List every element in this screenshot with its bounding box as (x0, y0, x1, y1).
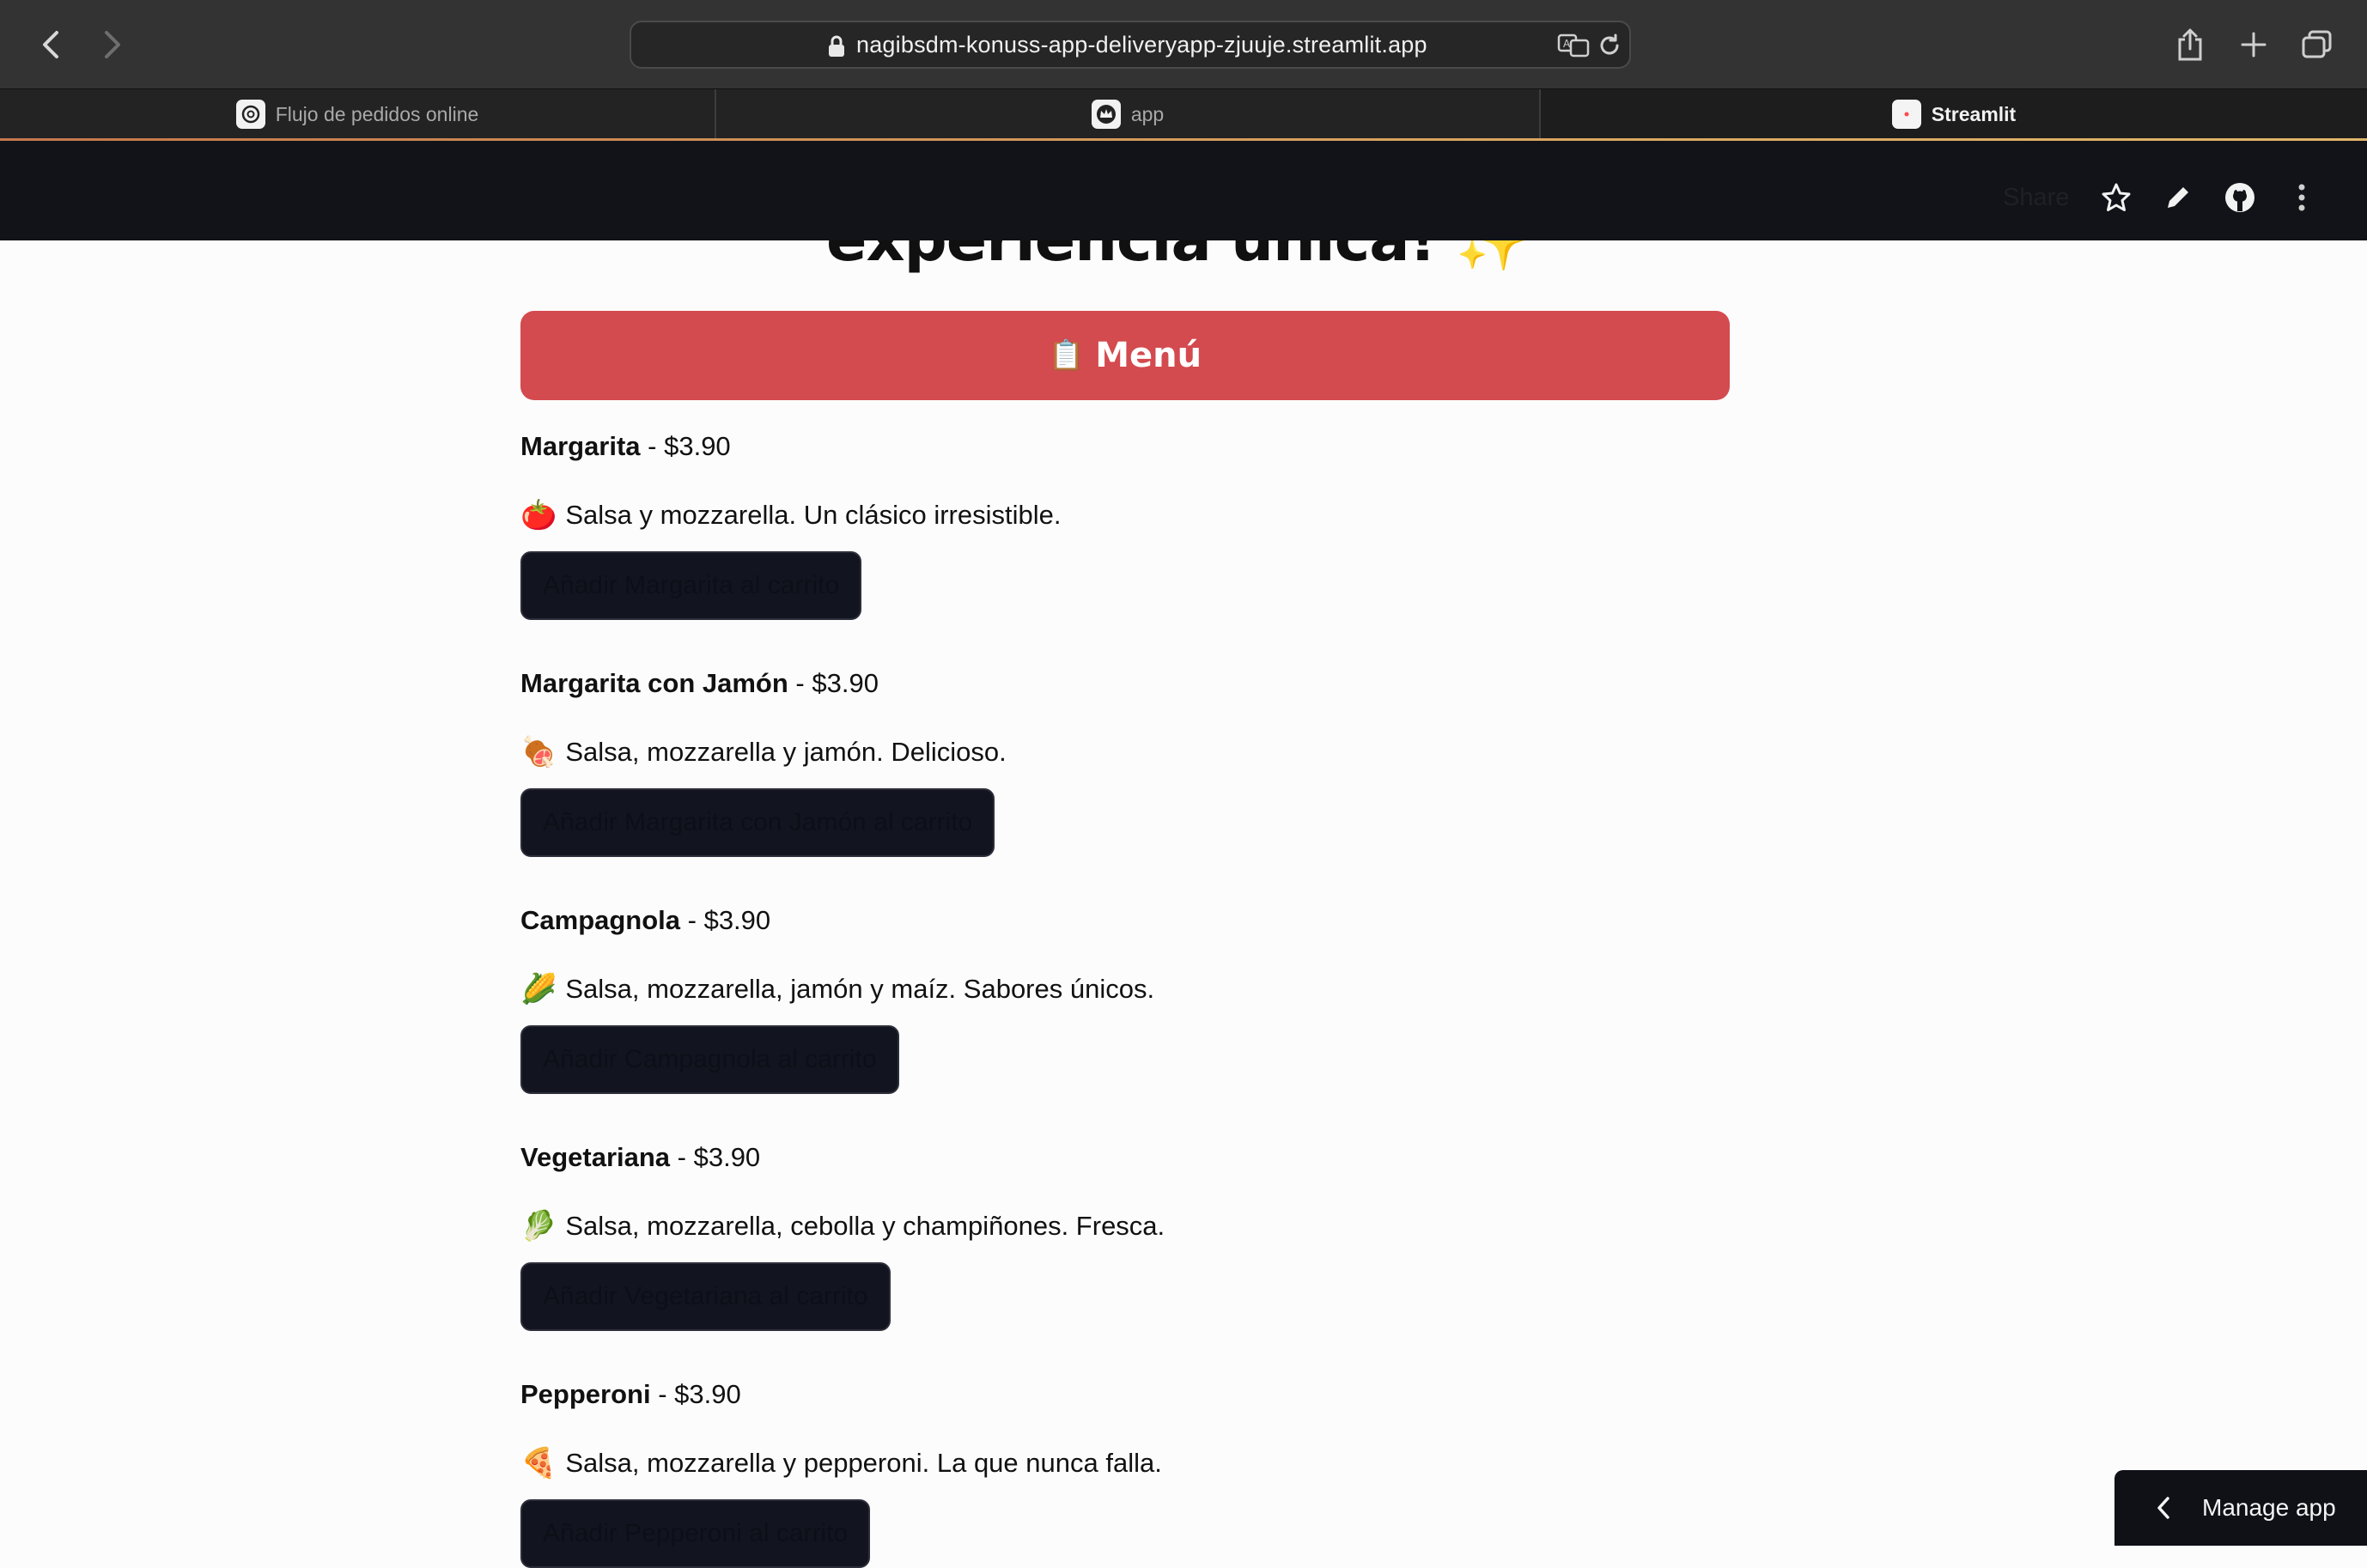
menu-button-label: Menú (1095, 336, 1202, 375)
clipboard-icon: 📋 (1048, 338, 1086, 373)
corn-icon: 🌽 (520, 973, 557, 1006)
pizza-item-pepperoni: Pepperoni - $3.90 🍕 Salsa, mozzarella y … (520, 1379, 1162, 1568)
pizza-title: Vegetariana - $3.90 (520, 1142, 761, 1172)
tab-label: Flujo de pedidos online (275, 102, 479, 125)
translate-icon[interactable]: A (1557, 33, 1591, 58)
manage-app-button[interactable]: Manage app (2114, 1470, 2367, 1546)
crown-icon (1091, 100, 1121, 129)
pencil-icon (2168, 187, 2188, 208)
pizza-title: Margarita - $3.90 (520, 431, 731, 461)
pizza-description: 🍅 Salsa y mozzarella. Un clásico irresis… (520, 499, 1062, 532)
pizza-item-vegetariana: Vegetariana - $3.90 🥬 Salsa, mozzarella,… (520, 1142, 1165, 1331)
pizza-item-margarita-con-jamon: Margarita con Jamón - $3.90 🍖 Salsa, moz… (520, 668, 1007, 857)
tab-label: Streamlit (1931, 102, 2017, 125)
pizza-title: Campagnola - $3.90 (520, 905, 771, 935)
chevron-right-icon (105, 31, 120, 58)
tab-streamlit[interactable]: Streamlit (1541, 89, 2367, 139)
star-button[interactable] (2097, 179, 2135, 216)
tab-app[interactable]: app (716, 89, 1541, 139)
meat-icon: 🍖 (520, 736, 557, 769)
svg-text:A: A (1563, 38, 1571, 50)
browser-toolbar: nagibsdm-konuss-app-deliveryapp-zjuuje.s… (0, 0, 2367, 88)
pizza-title: Margarita con Jamón - $3.90 (520, 668, 879, 698)
manage-app-label: Manage app (2202, 1494, 2336, 1521)
pizza-description: 🍕 Salsa, mozzarella y pepperoni. La que … (520, 1447, 1162, 1480)
share-link[interactable]: Share (2003, 184, 2069, 212)
github-icon (2225, 183, 2254, 212)
pizza-item-campagnola: Campagnola - $3.90 🌽 Salsa, mozzarella, … (520, 905, 1154, 1094)
add-to-cart-button[interactable]: Añadir Margarita con Jamón al carrito (520, 788, 995, 857)
chevron-left-icon (2157, 1497, 2169, 1519)
tab-flujo-pedidos[interactable]: Flujo de pedidos online (0, 89, 716, 139)
menu-button[interactable]: 📋 Menú (520, 311, 1730, 400)
add-to-cart-button[interactable]: Añadir Campagnola al carrito (520, 1025, 899, 1094)
tomato-icon: 🍅 (520, 499, 557, 532)
streamlit-icon (1891, 100, 1921, 129)
pizza-description: 🥬 Salsa, mozzarella, cebolla y champiñon… (520, 1210, 1165, 1243)
tab-overview-button[interactable] (2297, 24, 2338, 65)
chevron-left-icon (43, 31, 58, 58)
forward-button[interactable] (88, 26, 136, 64)
pizza-icon: 🍕 (520, 1447, 557, 1480)
tab-label: app (1130, 102, 1165, 125)
github-button[interactable] (2221, 179, 2259, 216)
lock-icon (829, 35, 844, 57)
share-icon (2178, 28, 2202, 61)
main-menu-button[interactable] (2283, 179, 2321, 216)
url-text: nagibsdm-konuss-app-deliveryapp-zjuuje.s… (856, 32, 1427, 58)
tabs-overview-icon (2302, 30, 2332, 58)
star-icon (2102, 183, 2131, 211)
back-button[interactable] (27, 26, 76, 64)
edit-button[interactable] (2159, 179, 2197, 216)
streamlit-header: Share (0, 141, 2367, 240)
more-vertical-icon (2298, 184, 2305, 211)
address-bar[interactable]: nagibsdm-konuss-app-deliveryapp-zjuuje.s… (630, 21, 1631, 69)
plus-icon (2241, 32, 2267, 58)
share-browser-button[interactable] (2169, 24, 2211, 65)
add-to-cart-button[interactable]: Añadir Pepperoni al carrito (520, 1499, 871, 1568)
openai-icon (235, 100, 265, 129)
tab-bar: Flujo de pedidos online app Streamlit (0, 88, 2367, 139)
add-to-cart-button[interactable]: Añadir Margarita al carrito (520, 551, 862, 620)
pizza-item-margarita: Margarita - $3.90 🍅 Salsa y mozzarella. … (520, 431, 1061, 620)
reload-icon[interactable] (1597, 33, 1622, 58)
new-tab-button[interactable] (2233, 24, 2274, 65)
main-content: experiencia única! ✨ 📋 Menú Margarita - … (0, 204, 2367, 1568)
leafy-greens-icon: 🥬 (520, 1210, 557, 1243)
pizza-description: 🍖 Salsa, mozzarella y jamón. Delicioso. (520, 736, 1007, 769)
pizza-description: 🌽 Salsa, mozzarella, jamón y maíz. Sabor… (520, 973, 1155, 1006)
add-to-cart-button[interactable]: Añadir Vegetariana al carrito (520, 1262, 891, 1331)
pizza-title: Pepperoni - $3.90 (520, 1379, 741, 1409)
